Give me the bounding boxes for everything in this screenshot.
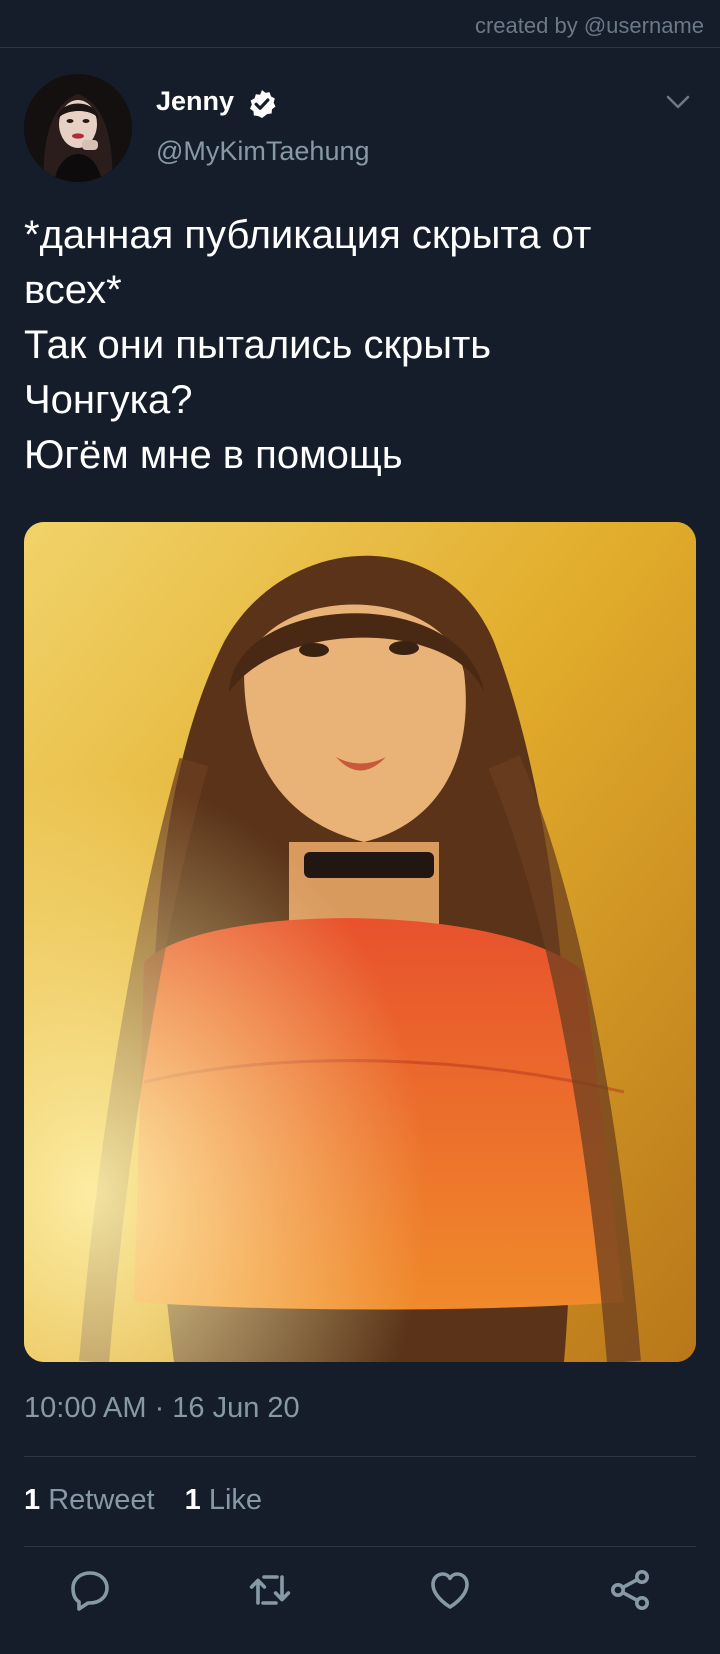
likes-count: 1 (184, 1484, 201, 1516)
likes-stat[interactable]: 1 Like (185, 1484, 262, 1517)
heart-icon (431, 1572, 469, 1609)
tweet-text-line: Югём мне в помощь (24, 433, 403, 477)
retweet-button[interactable] (246, 1566, 294, 1614)
author-handle[interactable]: @MyKimTaehung (156, 136, 370, 167)
photo-image (24, 522, 696, 1362)
share-icon (611, 1570, 649, 1610)
retweets-stat[interactable]: 1 Retweet (24, 1484, 155, 1517)
top-bar: created by @username (0, 0, 720, 48)
tweet-timestamp[interactable]: 10:00 AM · 16 Jun 20 (24, 1392, 300, 1425)
like-button[interactable] (426, 1566, 474, 1614)
tweet-text-line: Чонгука? (24, 378, 193, 422)
share-button[interactable] (606, 1566, 654, 1614)
tweet-text-line: Так они пытались скрыть (24, 323, 492, 367)
chevron-down-icon[interactable] (664, 92, 692, 112)
tweet-text-line: всех* (24, 268, 122, 312)
retweets-count: 1 (24, 1484, 41, 1516)
avatar-image (24, 74, 132, 182)
avatar[interactable] (24, 74, 132, 182)
display-name[interactable]: Jenny (156, 86, 234, 117)
divider (24, 1456, 696, 1457)
tweet-text: *данная публикация скрыта от всех* Так о… (24, 208, 696, 483)
likes-label: Like (208, 1484, 263, 1516)
tweet-stats: 1 Retweet 1 Like (24, 1484, 284, 1517)
retweets-label: Retweet (48, 1484, 155, 1516)
reply-button[interactable] (66, 1566, 114, 1614)
verified-badge-icon (250, 90, 276, 118)
reply-icon (71, 1571, 109, 1611)
tweet-photo[interactable] (24, 522, 696, 1362)
divider (24, 1546, 696, 1547)
watermark-text: created by @username (474, 13, 704, 38)
tweet-text-line: *данная публикация скрыта от (24, 213, 592, 257)
retweet-icon (249, 1575, 291, 1605)
